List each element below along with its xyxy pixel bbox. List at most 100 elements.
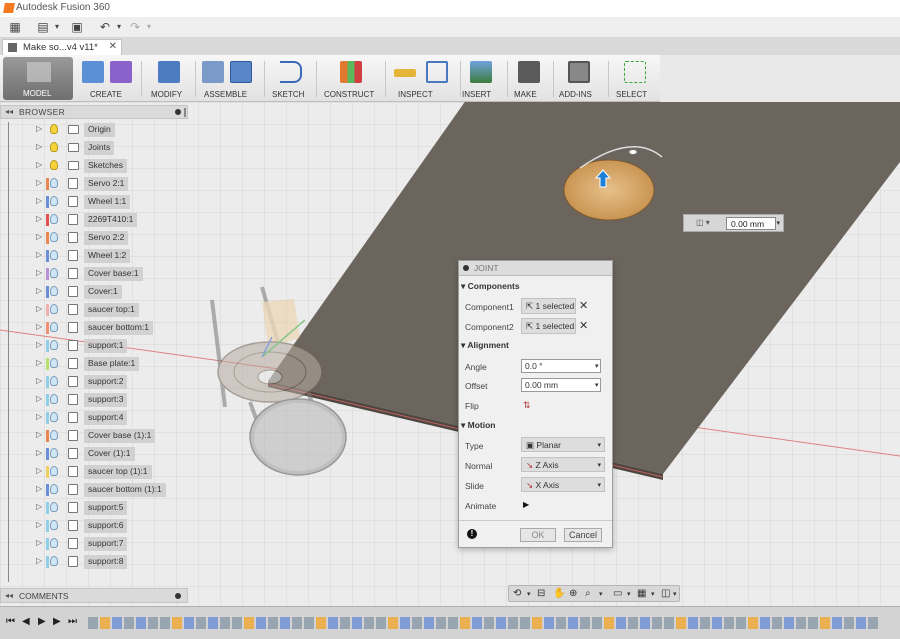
manipulator-handle[interactable] (628, 149, 638, 155)
timeline-step-icon[interactable] (268, 617, 278, 629)
browser-item[interactable]: ▷ 2269T410:1 (34, 213, 194, 227)
expand-triangle-icon[interactable]: ▷ (36, 394, 42, 403)
timeline-step-icon[interactable] (616, 617, 626, 629)
flip-icon[interactable]: ⇅ (523, 400, 531, 411)
visibility-bulb-icon[interactable] (50, 556, 58, 566)
cancel-button[interactable]: Cancel (564, 528, 602, 542)
timeline-step-icon[interactable] (628, 617, 638, 629)
undo-dropdown-icon[interactable]: ▾ (112, 20, 126, 34)
addins-menu[interactable]: ADD-INS (559, 90, 592, 99)
sketch-group[interactable]: SKETCH (268, 55, 313, 102)
modify-group[interactable]: MODIFY (146, 55, 191, 102)
expand-triangle-icon[interactable]: ▷ (36, 430, 42, 439)
timeline-step-icon[interactable] (844, 617, 854, 629)
timeline-step-icon[interactable] (736, 617, 746, 629)
insert-group[interactable]: INSERT (462, 55, 507, 102)
timeline-step-icon[interactable] (688, 617, 698, 629)
expand-triangle-icon[interactable]: ▷ (36, 124, 42, 133)
expand-triangle-icon[interactable]: ▷ (36, 268, 42, 277)
timeline-step-icon[interactable] (256, 617, 266, 629)
assemble-menu[interactable]: ASSEMBLE (204, 90, 247, 99)
angle-dropdown-icon[interactable]: ▾ (595, 362, 599, 370)
component2-selector[interactable]: ⇱ 1 selected (521, 318, 576, 334)
close-tab-icon[interactable]: ✕ (109, 41, 117, 52)
expand-triangle-icon[interactable]: ▷ (36, 412, 42, 421)
slide-select[interactable]: ↘ X Axis ▾ (521, 477, 605, 492)
timeline-step-icon[interactable] (448, 617, 458, 629)
panel-grip-icon[interactable] (184, 108, 186, 117)
visibility-bulb-icon[interactable] (50, 250, 58, 260)
browser-item[interactable]: ▷ Cover (1):1 (34, 447, 194, 461)
timeline-step-icon[interactable] (712, 617, 722, 629)
timeline-step-icon[interactable] (100, 617, 110, 629)
motion-type-select[interactable]: ▣ Planar ▾ (521, 437, 605, 452)
timeline-step-icon[interactable] (460, 617, 470, 629)
timeline-step-icon[interactable] (868, 617, 878, 629)
browser-item[interactable]: ▷ Cover base:1 (34, 267, 194, 281)
info-icon[interactable]: ! (467, 529, 477, 539)
play-icon[interactable]: ▶ (523, 500, 529, 509)
visibility-bulb-icon[interactable] (50, 430, 58, 440)
visibility-bulb-icon[interactable] (50, 340, 58, 350)
timeline-step-icon[interactable] (88, 617, 98, 629)
timeline-step-icon[interactable] (856, 617, 866, 629)
joint-dialog-header[interactable]: JOINT (459, 261, 612, 276)
timeline-step-icon[interactable] (136, 617, 146, 629)
browser-item[interactable]: ▷ Servo 2:1 (34, 177, 194, 191)
viewports-dropdown-icon[interactable]: ▾ (673, 590, 677, 598)
construct-group[interactable]: CONSTRUCT (320, 55, 382, 102)
visibility-bulb-icon[interactable] (50, 538, 58, 548)
create-group[interactable]: CREATE (78, 55, 138, 102)
make-menu[interactable]: MAKE (514, 90, 537, 99)
modify-menu[interactable]: MODIFY (151, 90, 182, 99)
timeline-step-icon[interactable] (808, 617, 818, 629)
play-icon[interactable]: ▶ (38, 616, 46, 627)
visibility-bulb-icon[interactable] (50, 268, 58, 278)
visibility-bulb-icon[interactable] (50, 466, 58, 476)
inspect-group[interactable]: INSPECT (390, 55, 458, 102)
insert-menu[interactable]: INSERT (462, 90, 491, 99)
expand-triangle-icon[interactable]: ▷ (36, 214, 42, 223)
timeline-step-icon[interactable] (640, 617, 650, 629)
expand-triangle-icon[interactable]: ▷ (36, 466, 42, 475)
go-to-end-icon[interactable]: ⏭ (68, 616, 77, 627)
timeline-step-icon[interactable] (520, 617, 530, 629)
chevron-down-icon[interactable]: ▾ (776, 219, 780, 227)
visibility-bulb-icon[interactable] (50, 448, 58, 458)
expand-triangle-icon[interactable]: ▷ (36, 178, 42, 187)
timeline-step-icon[interactable] (820, 617, 830, 629)
expand-triangle-icon[interactable]: ▷ (36, 304, 42, 313)
dialog-grip-icon[interactable] (463, 265, 469, 271)
timeline-step-icon[interactable] (316, 617, 326, 629)
clear-component1-icon[interactable]: ✕ (579, 299, 588, 312)
expand-triangle-icon[interactable]: ▷ (36, 196, 42, 205)
visibility-bulb-icon[interactable] (50, 358, 58, 368)
timeline-step-icon[interactable] (340, 617, 350, 629)
timeline-step-icon[interactable] (184, 617, 194, 629)
timeline-step-icon[interactable] (796, 617, 806, 629)
step-forward-icon[interactable]: ▶ (53, 616, 61, 627)
step-back-icon[interactable]: ◀ (22, 616, 30, 627)
timeline-step-icon[interactable] (328, 617, 338, 629)
expand-triangle-icon[interactable]: ▷ (36, 556, 42, 565)
orbit-dropdown-icon[interactable]: ▾ (527, 590, 531, 598)
timeline-step-icon[interactable] (724, 617, 734, 629)
expand-triangle-icon[interactable]: ▷ (36, 142, 42, 151)
display-settings-icon[interactable]: ▭ (613, 588, 622, 599)
visibility-bulb-icon[interactable] (50, 232, 58, 242)
inspect-menu[interactable]: INSPECT (398, 90, 433, 99)
browser-item[interactable]: ▷ Base plate:1 (34, 357, 194, 371)
save-icon[interactable]: ▣ (70, 20, 84, 34)
offset-input[interactable]: 0.00 mm (521, 378, 601, 392)
offset-dropdown-icon[interactable]: ▾ (595, 381, 599, 389)
timeline-step-icon[interactable] (172, 617, 182, 629)
dimension-value-field[interactable]: 0.00 mm (726, 217, 776, 230)
timeline-step-icon[interactable] (784, 617, 794, 629)
timeline-step-icon[interactable] (556, 617, 566, 629)
motion-section[interactable]: ▾ Motion (461, 420, 496, 431)
visibility-bulb-icon[interactable] (50, 502, 58, 512)
expand-arrows-icon[interactable]: ◂◂ (5, 591, 13, 600)
visibility-bulb-icon[interactable] (50, 196, 58, 206)
browser-item[interactable]: ▷ saucer bottom:1 (34, 321, 194, 335)
expand-triangle-icon[interactable]: ▷ (36, 448, 42, 457)
